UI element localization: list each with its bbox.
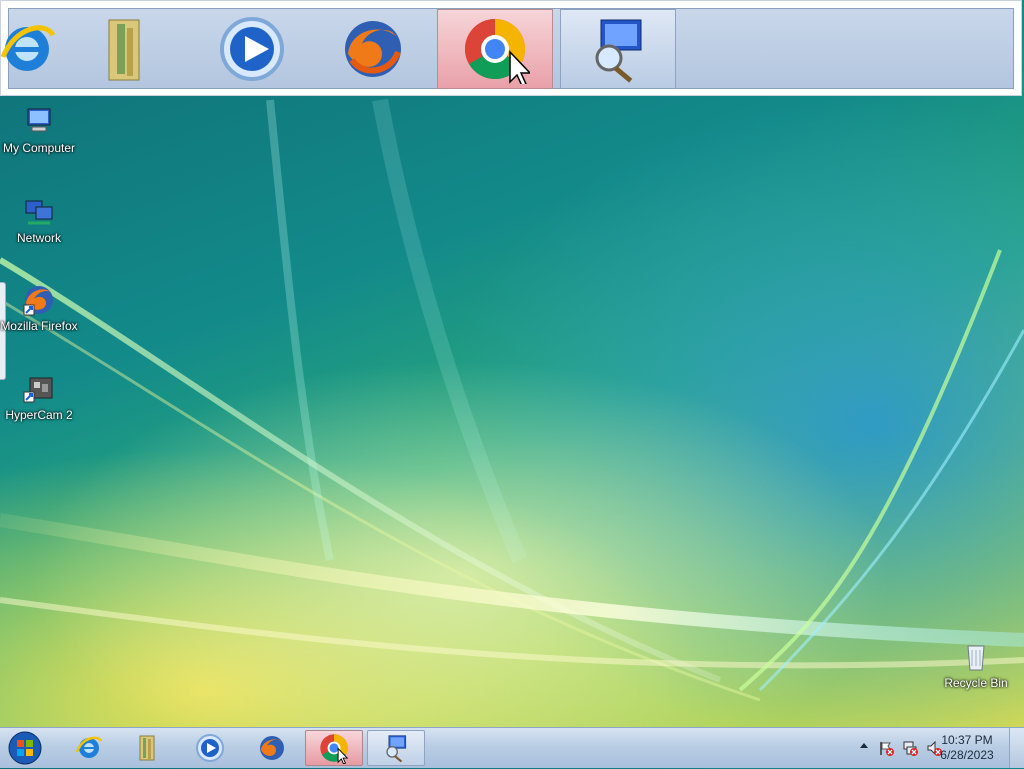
magnifier-chrome-item[interactable] [437,9,553,89]
magnifier-firefox-item[interactable] [315,9,431,89]
taskbar-chrome-button[interactable] [305,730,363,766]
library-folder-icon [108,19,140,81]
media-player-icon [196,734,224,762]
wallpaper [0,98,1024,702]
clock-date: 6/28/2023 [940,748,994,762]
desktop-icon-label: Network [16,231,61,245]
library-folder-icon [139,735,155,761]
firefox-icon [260,736,284,760]
computer-icon [27,108,51,132]
desktop-icon-hypercam[interactable]: HyperCam 2 [0,372,78,423]
desktop-icon-my-computer[interactable]: My Computer [0,105,78,156]
desktop-icon-firefox[interactable]: Mozilla Firefox [0,283,78,334]
magnifier-view [0,8,1014,89]
clock-time: 10:37 PM [941,733,993,747]
desktop-icon-recycle-bin[interactable]: Recycle Bin [937,640,1015,691]
taskbar-media-player-button[interactable] [181,730,239,766]
taskbar-clock[interactable]: 10:37 PM 6/28/2023 [932,733,1002,763]
chrome-icon [464,18,530,84]
taskbar-firefox-button[interactable] [243,730,301,766]
start-button[interactable] [6,730,44,766]
taskbar: 10:37 PM 6/28/2023 [0,727,1024,768]
media-player-icon [220,17,284,81]
show-desktop-button[interactable] [1009,728,1024,768]
chrome-icon [320,734,349,764]
magnifier-icon [595,19,642,83]
desktop-icon-network[interactable]: Network [0,195,78,246]
hypercam-icon [23,377,53,403]
windows-start-icon [8,731,42,765]
taskbar-ie-button[interactable] [60,730,118,766]
network-disconnected-icon[interactable] [902,740,918,756]
magnifier-icon [386,735,407,763]
desktop-icon-label: HyperCam 2 [5,408,73,422]
network-icon [25,200,53,225]
desktop-icon-label: Mozilla Firefox [0,319,78,333]
magnifier-media-player-item[interactable] [194,9,310,89]
recycle-bin-icon [967,645,985,671]
firefox-icon [345,21,401,77]
system-tray: 10:37 PM 6/28/2023 [834,728,1024,768]
internet-explorer-icon [75,736,103,758]
taskbar-magnifier-button[interactable] [367,730,425,766]
magnifier-window [0,0,1022,96]
desktop-icon-label: Recycle Bin [944,676,1008,690]
internet-explorer-icon [0,25,56,71]
taskbar-library-button[interactable] [118,730,176,766]
firefox-icon [23,286,53,316]
show-hidden-icons-arrow[interactable] [860,743,868,748]
magnifier-library-item[interactable] [69,9,185,89]
action-center-flag-icon[interactable] [878,740,894,756]
desktop-icon-label: My Computer [2,141,76,155]
magnifier-magnifier-item[interactable] [560,9,676,89]
